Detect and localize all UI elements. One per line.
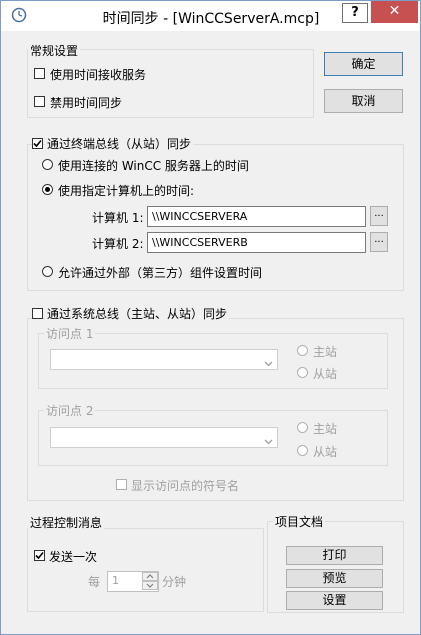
general-settings-label: 常规设置: [28, 42, 81, 59]
access-point1-slave-radio: [297, 367, 308, 378]
process-messages-group: [27, 528, 264, 612]
access-point1-master-label: 主站: [313, 345, 338, 359]
show-symbolic-label: 显示访问点的符号名: [131, 479, 240, 493]
project-docs-label: 项目文档: [273, 513, 326, 530]
title-bar[interactable]: 时间同步 - [WinCCServerA.mcp] ? ✕: [1, 1, 420, 31]
computer2-browse-button[interactable]: ...: [370, 232, 388, 252]
process-messages-label: 过程控制消息: [28, 514, 105, 531]
disable-sync-checkbox[interactable]: [34, 96, 45, 107]
interval-unit-label: 分钟: [162, 575, 187, 589]
window-title: 时间同步 - [WinCCServerA.mcp]: [102, 11, 320, 27]
access-point2-slave-label: 从站: [313, 445, 338, 459]
access-point2-master-label: 主站: [313, 422, 338, 436]
computer2-input[interactable]: \\WINCCSERVERB: [147, 232, 366, 253]
settings-button[interactable]: 设置: [286, 591, 383, 610]
print-button[interactable]: 打印: [286, 546, 383, 565]
access-point1-slave-label: 从站: [313, 367, 338, 381]
send-once-label[interactable]: 发送一次: [49, 548, 97, 565]
chevron-down-icon: [264, 356, 273, 370]
use-specified-label[interactable]: 使用指定计算机上的时间:: [58, 182, 194, 199]
every-label: 每: [88, 575, 101, 589]
terminal-bus-label[interactable]: 通过终端总线（从站）同步: [45, 135, 194, 152]
interval-up-button: [142, 572, 158, 581]
system-bus-label[interactable]: 通过系统总线（主站、从站）同步: [45, 305, 230, 322]
send-once-checkbox[interactable]: [34, 550, 45, 561]
use-specified-radio[interactable]: [42, 184, 53, 195]
computer2-label: 计算机 2:: [92, 237, 144, 251]
disable-sync-label[interactable]: 禁用时间同步: [50, 94, 122, 111]
use-connected-label[interactable]: 使用连接的 WinCC 服务器上的时间: [58, 157, 249, 174]
time-sync-dialog: 时间同步 - [WinCCServerA.mcp] ? ✕ 常规设置 使用时间接…: [0, 0, 421, 635]
help-button[interactable]: ?: [342, 3, 368, 23]
show-symbolic-checkbox: [116, 479, 127, 490]
computer1-input[interactable]: \\WINCCSERVERA: [147, 206, 366, 227]
receive-service-checkbox[interactable]: [34, 68, 45, 79]
computer1-label: 计算机 1:: [92, 211, 144, 225]
interval-down-button: [142, 581, 158, 590]
access-point2-slave-radio: [297, 445, 308, 456]
clock-icon: [11, 7, 27, 23]
access-point2-master-radio: [297, 422, 308, 433]
close-button[interactable]: ✕: [371, 1, 418, 23]
access-point2-combo: [50, 427, 278, 448]
access-point2-label: 访问点 2: [44, 402, 96, 419]
access-point1-combo: [50, 349, 278, 370]
use-connected-radio[interactable]: [42, 159, 53, 170]
cancel-button[interactable]: 取消: [324, 89, 403, 113]
preview-button[interactable]: 预览: [286, 569, 383, 588]
access-point1-label: 访问点 1: [44, 325, 96, 342]
allow-external-label[interactable]: 允许通过外部（第三方）组件设置时间: [58, 264, 262, 281]
receive-service-label[interactable]: 使用时间接收服务: [50, 66, 146, 83]
system-bus-checkbox[interactable]: [32, 308, 43, 319]
computer1-browse-button[interactable]: ...: [370, 206, 388, 226]
allow-external-radio[interactable]: [42, 266, 53, 277]
ok-button[interactable]: 确定: [324, 52, 403, 76]
access-point1-master-radio: [297, 345, 308, 356]
chevron-down-icon: [264, 434, 273, 448]
terminal-bus-checkbox[interactable]: [32, 138, 43, 149]
